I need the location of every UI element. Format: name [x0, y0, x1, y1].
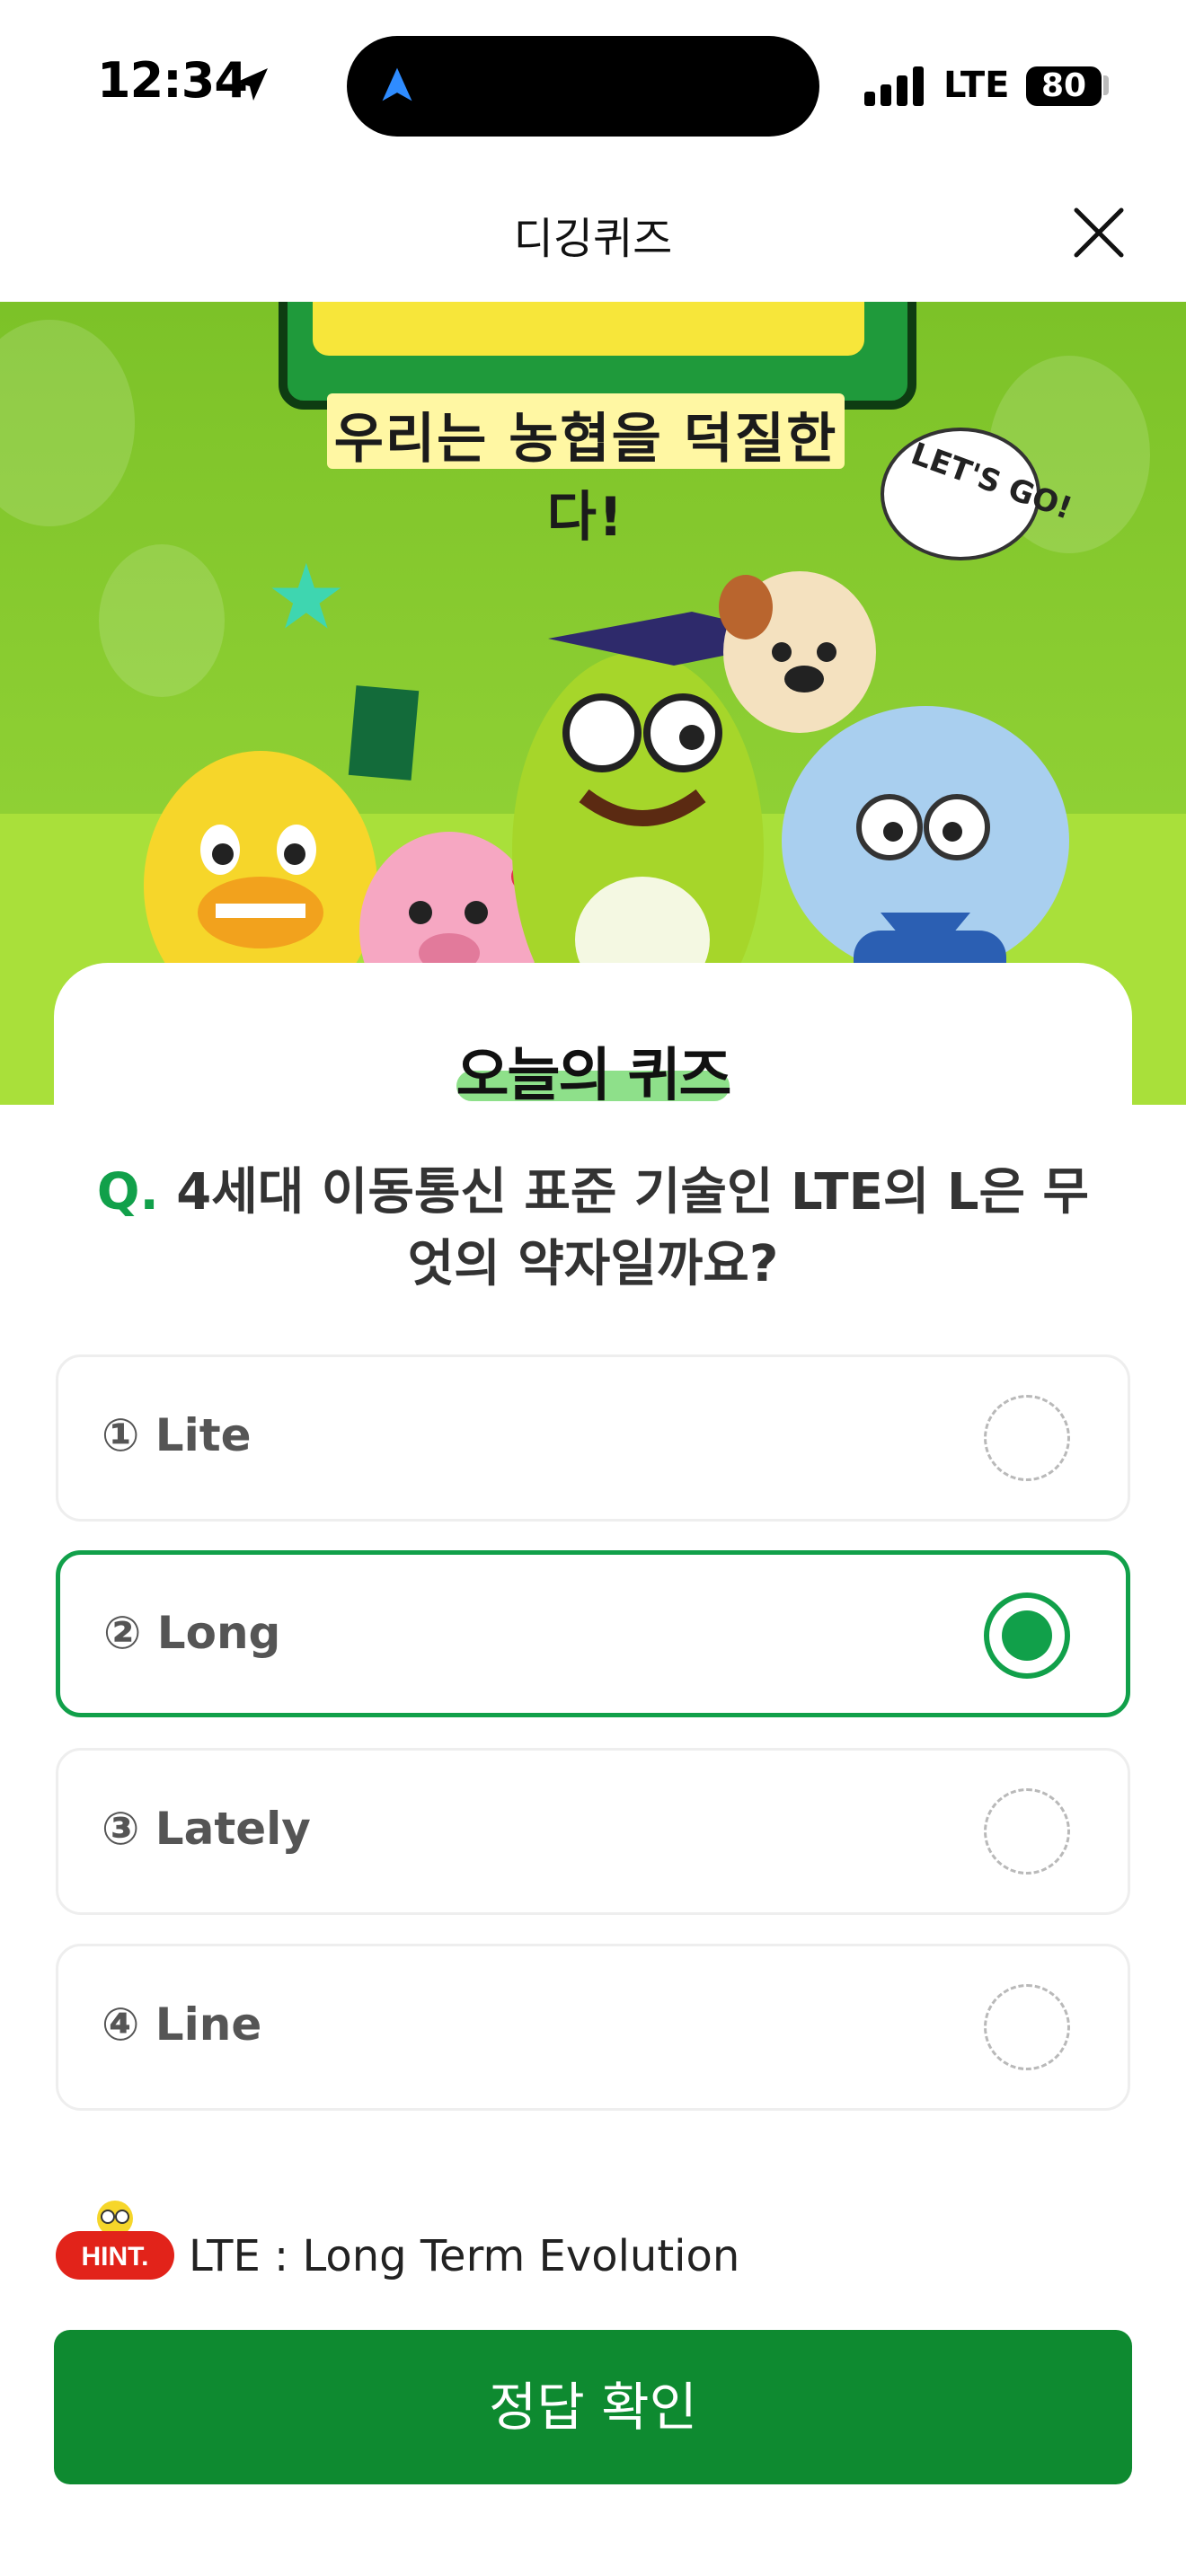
hint-row: HINT. LTE : Long Term Evolution	[54, 2199, 1132, 2289]
network-type: LTE	[943, 65, 1010, 106]
dog-character	[719, 571, 876, 733]
radio-unchecked-icon[interactable]	[984, 1788, 1070, 1875]
dynamic-island	[347, 36, 819, 137]
hint-text: LTE : Long Term Evolution	[189, 2231, 740, 2281]
question-text: 4세대 이동통신 표준 기술인 LTE의 L은 무엇의 약자일까요?	[176, 1163, 1090, 1293]
answer-option-label: ③ Lately	[102, 1803, 311, 1855]
quiz-heading: 오늘의 퀴즈	[456, 1043, 732, 1109]
answer-option-label: ④ Line	[102, 1998, 262, 2051]
battery-icon: 80	[1026, 66, 1102, 106]
question-prefix: Q.	[96, 1163, 159, 1222]
status-time: 12:34	[97, 52, 248, 109]
navigation-icon	[382, 67, 412, 101]
quiz-question: Q. 4세대 이동통신 표준 기술인 LTE의 L은 무엇의 약자일까요?	[90, 1157, 1096, 1301]
close-icon[interactable]	[1069, 203, 1128, 262]
check-answer-button[interactable]: 정답 확인	[54, 2330, 1132, 2484]
location-arrow-icon	[235, 68, 268, 101]
answer-option-4[interactable]: ④ Line	[56, 1944, 1130, 2111]
answer-option-label: ② Long	[103, 1607, 281, 1659]
signal-bars-icon	[864, 66, 924, 106]
answer-option-1[interactable]: ① Lite	[56, 1354, 1130, 1522]
radio-checked-icon[interactable]	[984, 1592, 1070, 1679]
battery-cap	[1103, 75, 1109, 95]
page-title: 디깅퀴즈	[513, 214, 673, 264]
radio-unchecked-icon[interactable]	[984, 1395, 1070, 1481]
banner-slogan: 우리는 농협을 덕질한다!	[333, 408, 838, 549]
answer-option-label: ① Lite	[102, 1409, 252, 1461]
hint-badge-text: HINT.	[82, 2242, 149, 2272]
hint-badge-icon: HINT.	[56, 2201, 174, 2280]
status-bar: 12:34 LTE 80	[0, 0, 1186, 171]
radio-unchecked-icon[interactable]	[984, 1984, 1070, 2070]
answer-option-2[interactable]: ② Long	[56, 1550, 1130, 1717]
nav-header: 디깅퀴즈	[0, 171, 1186, 302]
answer-option-3[interactable]: ③ Lately	[56, 1748, 1130, 1915]
